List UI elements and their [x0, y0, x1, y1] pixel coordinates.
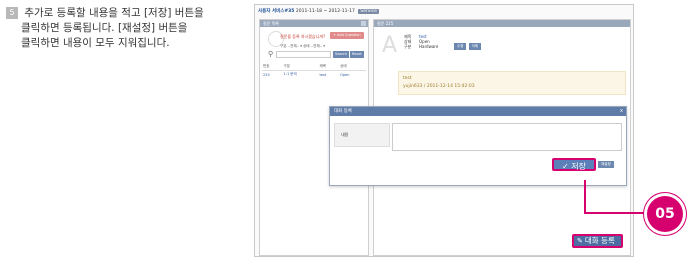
delete-button[interactable]: 삭제: [468, 43, 482, 50]
instruction-line-1: 5 추가로 등록할 내용을 적고 [저장] 버튼을: [6, 6, 236, 21]
reset-search-button[interactable]: Reset: [350, 51, 364, 58]
col-header-type: 구분: [282, 63, 319, 71]
filter-row: 구분 --전체-- ▾ 상태 --전체-- ▾: [280, 44, 326, 48]
search-input[interactable]: [276, 51, 331, 58]
question-list-header: 질문 목록: [260, 20, 368, 27]
conversation-dialog: 대화 등록 x 내용 ✓ 저장 재설정: [329, 106, 627, 186]
dialog-header: 대화 등록 x: [330, 107, 626, 116]
search-row: ⚲ Search Reset: [268, 50, 366, 59]
answer-letter-icon: A: [382, 33, 398, 58]
col-header-num: 번호: [262, 63, 283, 71]
col-header-title: 제목: [318, 63, 340, 71]
instruction-line-3: 클릭하면 내용이 모두 지워집니다.: [21, 37, 170, 49]
type-select[interactable]: --전체--: [288, 44, 300, 48]
save-button[interactable]: ✓ 저장: [552, 158, 596, 171]
detail-actions: 수정 삭제: [454, 43, 482, 50]
col-header-state: 상태: [339, 63, 366, 71]
close-icon[interactable]: x: [620, 107, 623, 116]
edit-button[interactable]: 수정: [454, 43, 467, 50]
pointer-line-vertical: [584, 180, 586, 213]
question-detail-header: 질문 225: [374, 20, 630, 27]
topbar: 사용자 서비스#35 2011-11-18 ~ 2012-11-17 Servi…: [258, 8, 379, 14]
note-meta: yujin633 / 2011-12-14 15:42:03: [403, 84, 475, 89]
question-table: 번호 구분 제목 상태 225 1:1 문의 test Open: [262, 63, 366, 78]
note-text: test: [403, 76, 412, 81]
app-screenshot: 사용자 서비스#35 2011-11-18 ~ 2012-11-17 Servi…: [254, 4, 634, 257]
instruction-text: 5 추가로 등록할 내용을 적고 [저장] 버튼을 클릭하면 등록됩니다. [재…: [6, 6, 236, 51]
search-button[interactable]: Search: [333, 51, 350, 58]
service-title: 사용자 서비스#35: [258, 9, 295, 14]
state-select[interactable]: --전체--: [311, 44, 323, 48]
panel-toggle-icon[interactable]: [361, 21, 366, 26]
pencil-icon: ✎: [577, 237, 583, 245]
conversation-note: test yujin633 / 2011-12-14 15:42:03: [398, 71, 626, 95]
instruction-line-2: 클릭하면 등록됩니다. [재설정] 버튼을: [21, 22, 188, 34]
content-textarea[interactable]: [392, 123, 622, 151]
service-range: 2011-11-18 ~ 2012-11-17: [295, 9, 355, 14]
step-number-badge: 5: [6, 7, 18, 19]
add-question-button[interactable]: + Add Question: [330, 32, 364, 39]
register-conversation-button[interactable]: ✎ 대화 등록: [572, 234, 623, 248]
search-icon: ⚲: [268, 50, 274, 58]
question-fields: 제목 test 상태 Open 구분 Hardware: [404, 34, 439, 49]
add-question-prompt: 질문을 등록 하시겠습니까?: [280, 34, 326, 39]
table-row[interactable]: 225 1:1 문의 test Open: [262, 71, 366, 79]
service-tag[interactable]: Service: [358, 9, 379, 14]
reset-button[interactable]: 재설정: [598, 161, 614, 168]
content-label: 내용: [334, 123, 390, 147]
step-callout-badge: 05: [647, 196, 683, 232]
